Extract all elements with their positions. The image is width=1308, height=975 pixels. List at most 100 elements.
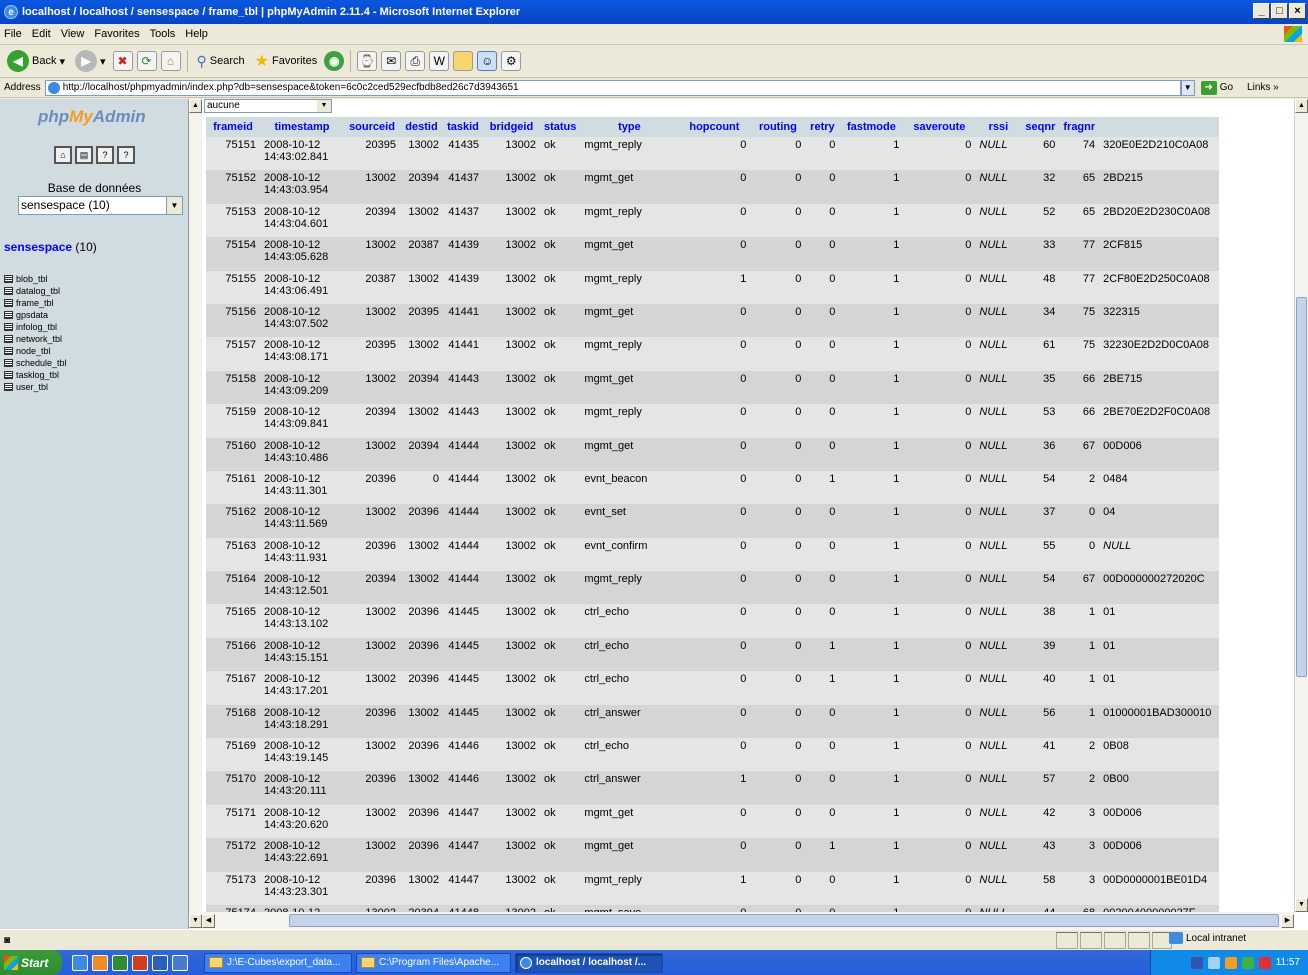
back-button[interactable]: ◀ Back ▾: [4, 48, 68, 74]
table-row[interactable]: 75163 2008-10-12 14:43:11.931 20396 13002 414…: [206, 537, 1220, 572]
table-row[interactable]: 75166 2008-10-12 14:43:15.151 13002 20396 414…: [206, 637, 1220, 672]
table-row[interactable]: 75157 2008-10-12 14:43:08.171 20395 13002 414…: [206, 337, 1220, 371]
scroll-down-icon[interactable]: ▼: [1295, 898, 1308, 912]
scrollbar-thumb[interactable]: [1296, 297, 1307, 677]
table-row[interactable]: 75171 2008-10-12 14:43:20.620 13002 20396 414…: [206, 804, 1220, 839]
sql-query-icon[interactable]: ▤: [75, 146, 93, 164]
table-row[interactable]: 75160 2008-10-12 14:43:10.486 13002 20394 414…: [206, 437, 1220, 471]
refresh-icon[interactable]: ⟳: [136, 51, 157, 71]
top-select[interactable]: aucune ▼: [204, 99, 332, 113]
column-header[interactable]: saveroute: [903, 117, 976, 137]
vertical-scrollbar[interactable]: ▲ ▼: [1294, 99, 1308, 912]
messenger-icon[interactable]: ☺: [477, 51, 498, 71]
home-icon[interactable]: ⌂: [54, 146, 72, 164]
table-row[interactable]: 75165 2008-10-12 14:43:13.102 13002 20396 414…: [206, 604, 1220, 638]
taskbar-item[interactable]: C:\Program Files\Apache...: [356, 952, 511, 973]
scroll-up-icon[interactable]: ▲: [189, 99, 202, 113]
maximize-button[interactable]: □: [1271, 3, 1288, 19]
media-icon[interactable]: ◉: [324, 51, 345, 71]
help-icon[interactable]: ?: [117, 146, 135, 164]
minimize-button[interactable]: _: [1253, 3, 1270, 19]
table-row[interactable]: 75156 2008-10-12 14:43:07.502 13002 20395 414…: [206, 303, 1220, 338]
browser-icon[interactable]: [172, 954, 188, 971]
mail-icon[interactable]: ✉: [381, 51, 402, 71]
table-link[interactable]: gpsdata: [4, 309, 67, 321]
search-button[interactable]: ⚲ Search: [194, 51, 248, 72]
scroll-right-icon[interactable]: ▶: [1281, 913, 1294, 928]
column-header[interactable]: timestamp: [260, 117, 344, 137]
menu-help[interactable]: Help: [185, 28, 208, 40]
table-link[interactable]: datalog_tbl: [4, 285, 67, 297]
taskbar-item[interactable]: J:\E-Cubes\export_data...: [204, 952, 352, 973]
column-header[interactable]: fragnr: [1059, 117, 1100, 137]
table-row[interactable]: 75170 2008-10-12 14:43:20.111 20396 13002 414…: [206, 771, 1220, 805]
table-link[interactable]: network_tbl: [4, 333, 67, 345]
table-link[interactable]: tasklog_tbl: [4, 369, 67, 381]
start-button[interactable]: Start: [0, 950, 62, 975]
print-icon[interactable]: ⎙: [405, 51, 426, 71]
home-icon[interactable]: ⌂: [160, 51, 181, 71]
favorites-button[interactable]: ★ Favorites: [252, 49, 321, 73]
table-row[interactable]: 75167 2008-10-12 14:43:17.201 13002 20396 414…: [206, 671, 1220, 705]
menu-tools[interactable]: Tools: [150, 28, 176, 40]
tray-icon[interactable]: [1224, 956, 1237, 969]
close-button[interactable]: ×: [1289, 3, 1306, 19]
column-header[interactable]: sourceid: [344, 117, 400, 137]
table-row[interactable]: 75172 2008-10-12 14:43:22.691 13002 20396 414…: [206, 838, 1220, 872]
table-row[interactable]: 75159 2008-10-12 14:43:09.841 20394 13002 414…: [206, 404, 1220, 438]
taskbar-item-active[interactable]: localhost / localhost /...: [515, 952, 663, 973]
column-header[interactable]: destid: [400, 117, 443, 137]
column-header[interactable]: rssi: [975, 117, 1022, 137]
scroll-up-icon[interactable]: ▲: [1295, 99, 1308, 113]
table-link[interactable]: blob_tbl: [4, 273, 67, 285]
folder-icon[interactable]: [453, 51, 474, 71]
table-row[interactable]: 75154 2008-10-12 14:43:05.628 13002 20387 414…: [206, 237, 1220, 271]
powerpoint-icon[interactable]: [132, 954, 148, 971]
column-header[interactable]: taskid: [443, 117, 483, 137]
go-button[interactable]: ➜ Go: [1200, 80, 1233, 95]
scroll-up-icon[interactable]: ▼: [189, 913, 202, 928]
column-header[interactable]: fastmode: [839, 117, 904, 137]
forward-button[interactable]: ▶ ▾: [72, 48, 109, 74]
history-icon[interactable]: ⌚: [357, 51, 378, 71]
phpmyadmin-logo[interactable]: phpMyAdmin: [38, 107, 146, 127]
tray-icon[interactable]: [1258, 956, 1271, 969]
table-row[interactable]: 75152 2008-10-12 14:43:03.954 13002 20394 414…: [206, 170, 1220, 204]
horizontal-scrollbar[interactable]: ▼ ◀ ▶: [189, 912, 1294, 929]
word-icon[interactable]: [152, 954, 168, 971]
table-row[interactable]: 75153 2008-10-12 14:43:04.601 20394 13002 414…: [206, 203, 1220, 238]
table-link[interactable]: user_tbl: [4, 381, 67, 393]
address-input[interactable]: http://localhost/phpmyadmin/index.php?db…: [44, 79, 1181, 96]
table-link[interactable]: node_tbl: [4, 345, 67, 357]
ie-icon[interactable]: [72, 954, 88, 971]
table-row[interactable]: 75173 2008-10-12 14:43:23.301 20396 13002 414…: [206, 871, 1220, 905]
table-link[interactable]: frame_tbl: [4, 297, 67, 309]
table-row[interactable]: 75169 2008-10-12 14:43:19.145 13002 20396 414…: [206, 738, 1220, 772]
table-link[interactable]: schedule_tbl: [4, 357, 67, 369]
stop-icon[interactable]: ✖: [112, 51, 133, 71]
language-icon[interactable]: [1190, 956, 1203, 969]
docs-icon[interactable]: ?: [96, 146, 114, 164]
research-icon[interactable]: ⚙: [501, 51, 522, 71]
menu-edit[interactable]: Edit: [32, 28, 51, 40]
excel-icon[interactable]: [112, 954, 128, 971]
table-row[interactable]: 75162 2008-10-12 14:43:11.569 13002 20396 414…: [206, 504, 1220, 538]
outlook-icon[interactable]: [92, 954, 108, 971]
table-row[interactable]: 75168 2008-10-12 14:43:18.291 20396 13002 414…: [206, 704, 1220, 739]
column-header[interactable]: routing: [750, 117, 806, 137]
table-row[interactable]: 75161 2008-10-12 14:43:11.301 20396 0 41444 13…: [206, 470, 1220, 505]
column-header[interactable]: bridgeid: [483, 117, 540, 137]
database-title[interactable]: sensespace (10): [4, 240, 97, 254]
scroll-left-icon[interactable]: ◀: [202, 913, 215, 928]
left-frame-scrollbar[interactable]: ▲: [189, 99, 202, 929]
menu-favorites[interactable]: Favorites: [94, 28, 139, 40]
database-select[interactable]: sensespace (10) ▼: [18, 196, 183, 215]
links-button[interactable]: Links »: [1247, 82, 1279, 93]
table-row[interactable]: 75151 2008-10-12 14:43:02.841 20395 13002 414…: [206, 137, 1220, 171]
tray-icon[interactable]: [1241, 956, 1254, 969]
address-dropdown-icon[interactable]: ▼: [1180, 79, 1195, 96]
column-header[interactable]: retry: [805, 117, 840, 137]
column-header[interactable]: frameid: [206, 117, 260, 137]
table-row[interactable]: 75158 2008-10-12 14:43:09.209 13002 20394 414…: [206, 370, 1220, 405]
column-header[interactable]: status: [540, 117, 581, 137]
